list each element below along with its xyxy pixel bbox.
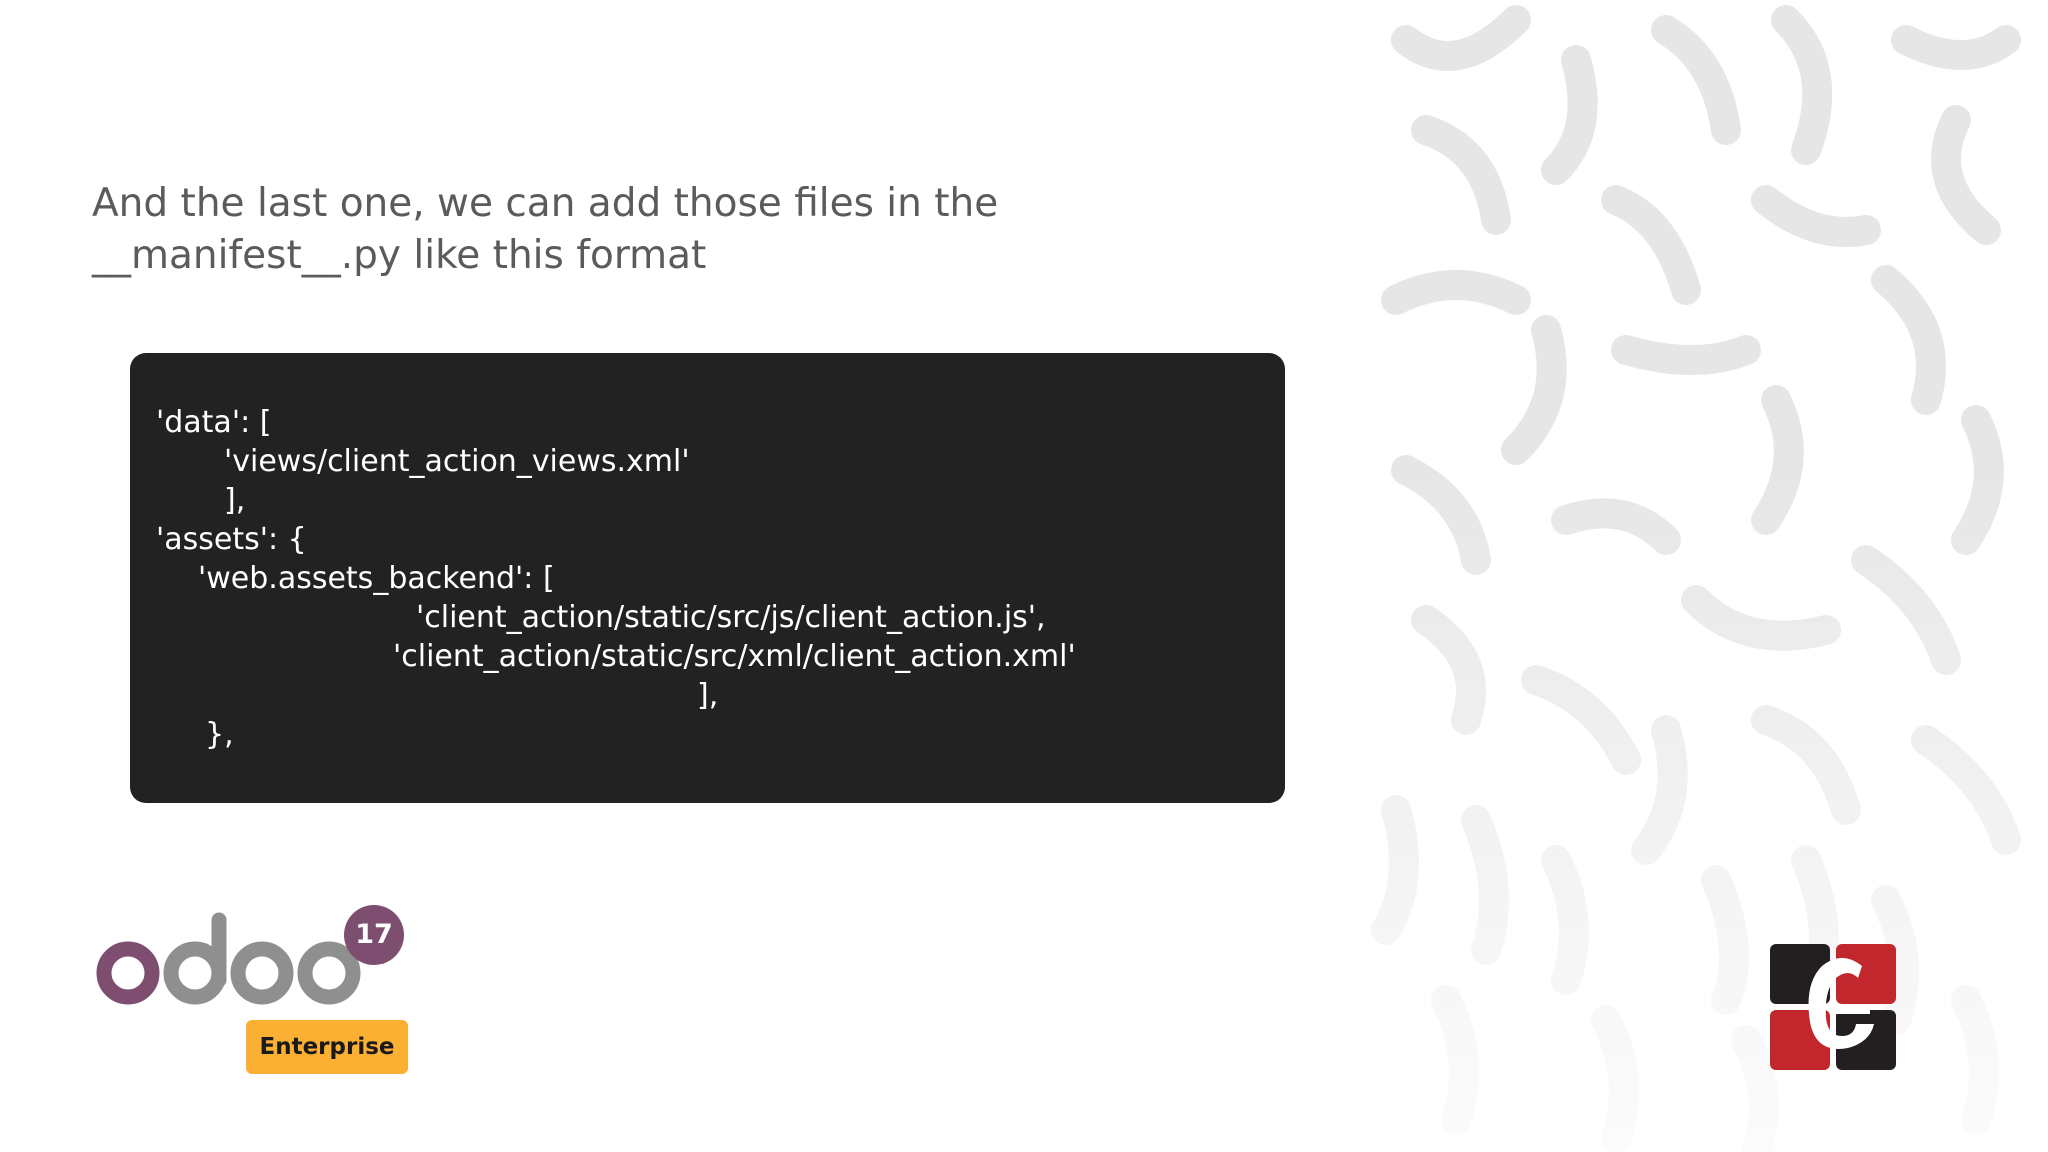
code-line: 'views/client_action_views.xml' — [224, 444, 690, 479]
background-pattern-fade — [1366, 0, 2048, 1152]
code-line: 'client_action/static/src/js/client_acti… — [416, 600, 1046, 635]
code-line: }, — [205, 717, 234, 752]
slide-heading: And the last one, we can add those files… — [92, 181, 999, 278]
code-line: 'web.assets_backend': [ — [198, 561, 555, 596]
version-badge: 17 — [344, 905, 404, 965]
code-line: 'assets': { — [156, 522, 307, 557]
code-line: ], — [697, 678, 719, 713]
code-line: 'data': [ — [156, 405, 272, 440]
code-line: ], — [224, 483, 246, 518]
cybrosys-logo-icon — [1770, 944, 1896, 1070]
code-block: 'data': [ 'views/client_action_views.xml… — [130, 353, 1285, 803]
enterprise-badge: Enterprise — [246, 1020, 408, 1074]
slide: And the last one, we can add those files… — [0, 0, 2048, 1152]
code-line: 'client_action/static/src/xml/client_act… — [393, 639, 1076, 674]
